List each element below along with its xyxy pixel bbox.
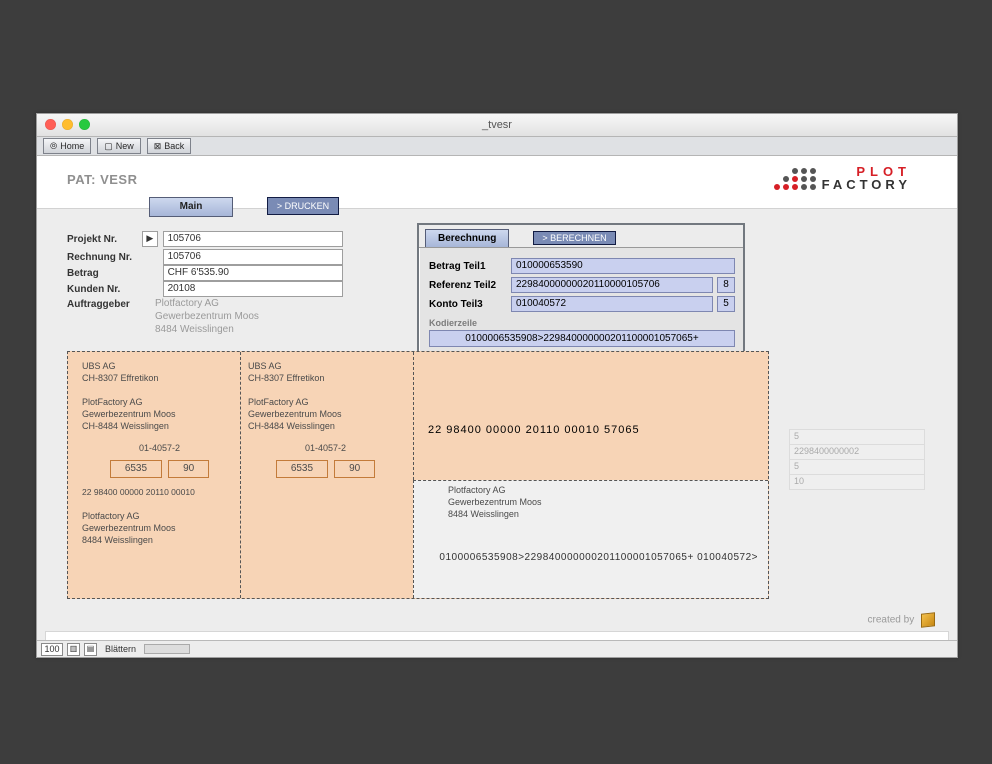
slip-column-2: UBS AG CH-8307 Effretikon PlotFactory AG…	[248, 360, 403, 478]
goto-projekt-icon[interactable]: ▶	[142, 231, 158, 247]
back-button[interactable]: ⊠ Back	[147, 138, 192, 154]
tab-berechnung[interactable]: Berechnung	[425, 229, 509, 247]
blaettern-label: Blättern	[105, 644, 136, 654]
new-icon: ▢	[104, 140, 113, 152]
slip-account-1: 01-4057-2	[82, 442, 237, 454]
field-konto-check[interactable]: 5	[717, 296, 735, 312]
label-projekt: Projekt Nr.	[67, 234, 139, 245]
field-konto-teil3[interactable]: 010040572	[511, 296, 713, 312]
window-title: _tvesr	[482, 119, 512, 131]
new-button[interactable]: ▢ New	[97, 138, 141, 154]
auftraggeber-address: Plotfactory AG Gewerbezentrum Moos 8484 …	[155, 297, 259, 336]
label-referenz-teil2: Referenz Teil2	[429, 280, 511, 291]
body-area: Main > DRUCKEN Projekt Nr. ▶ 105706 Rech…	[37, 209, 957, 644]
label-betrag-teil1: Betrag Teil1	[429, 261, 511, 272]
slip-amount-cents-2: 90	[334, 460, 375, 478]
slip-ocr-line: 0100006535908>22984000000020110000105706…	[68, 552, 758, 563]
view-icon[interactable]: ▤	[84, 643, 97, 656]
label-konto-teil3: Konto Teil3	[429, 299, 511, 310]
slip-column-1: UBS AG CH-8307 Effretikon PlotFactory AG…	[82, 360, 237, 546]
side-row-2: 2298400000002	[789, 445, 925, 460]
record-count[interactable]: 100	[41, 643, 63, 656]
slip-amount-cents-1: 90	[168, 460, 209, 478]
app-window: _tvesr ⦾ Home ▢ New ⊠ Back PAT: VESR	[36, 113, 958, 658]
side-row-4: 10	[789, 475, 925, 490]
slip-reference-big: 22 98400 00000 20110 00010 57065	[428, 424, 640, 436]
close-icon[interactable]	[45, 119, 56, 130]
drucken-button[interactable]: > DRUCKEN	[267, 197, 339, 215]
berechnen-button[interactable]: > BERECHNEN	[533, 231, 615, 245]
side-block: 5 2298400000002 5 10	[789, 429, 925, 490]
field-kodierzeile[interactable]: 0100006535908>22984000000020110000105706…	[429, 330, 735, 347]
field-referenz-teil2[interactable]: 22984000000020110000105706	[511, 277, 713, 293]
status-bar: 100 ▥ ▤ Blättern	[37, 640, 957, 657]
side-row-3: 5	[789, 460, 925, 475]
input-betrag[interactable]: CHF 6'535.90	[163, 265, 343, 281]
created-by: created by	[868, 613, 935, 627]
home-button[interactable]: ⦾ Home	[43, 138, 91, 154]
payment-slip: UBS AG CH-8307 Effretikon PlotFactory AG…	[67, 351, 769, 599]
slip-payer-right: Plotfactory AG Gewerbezentrum Moos 8484 …	[448, 484, 542, 520]
field-referenz-check[interactable]: 8	[717, 277, 735, 293]
zoom-icon[interactable]	[79, 119, 90, 130]
page-title: PAT: VESR	[67, 172, 137, 187]
slip-ref-short: 22 98400 00000 20110 00010	[82, 486, 237, 498]
slip-amount-whole-2: 6535	[276, 460, 328, 478]
input-rechnung[interactable]: 105706	[163, 249, 343, 265]
input-projekt[interactable]: 105706	[163, 231, 343, 247]
cube-icon	[921, 612, 935, 627]
logo: PLOT FACTORY	[774, 166, 911, 192]
field-betrag-teil1[interactable]: 010000653590	[511, 258, 735, 274]
slip-account-2: 01-4057-2	[248, 442, 403, 454]
logo-dots-icon	[774, 168, 816, 192]
slip-amount-whole-1: 6535	[110, 460, 162, 478]
toolbar: ⦾ Home ▢ New ⊠ Back	[37, 137, 957, 156]
logo-text-bottom: FACTORY	[822, 177, 911, 192]
layout-icon[interactable]: ▥	[67, 643, 80, 656]
label-betrag: Betrag	[67, 268, 139, 279]
label-auftraggeber: Auftraggeber	[67, 299, 139, 310]
label-rechnung: Rechnung Nr.	[67, 252, 139, 263]
side-row-1: 5	[789, 429, 925, 445]
tab-main[interactable]: Main	[149, 197, 233, 217]
input-kunden[interactable]: 20108	[163, 281, 343, 297]
label-kodierzeile: Kodierzeile	[429, 318, 735, 328]
back-icon: ⊠	[154, 140, 162, 152]
minimize-icon[interactable]	[62, 119, 73, 130]
blaettern-slider[interactable]	[144, 644, 190, 654]
label-kunden: Kunden Nr.	[67, 284, 139, 295]
home-icon: ⦾	[50, 140, 57, 152]
window-titlebar: _tvesr	[37, 114, 957, 137]
